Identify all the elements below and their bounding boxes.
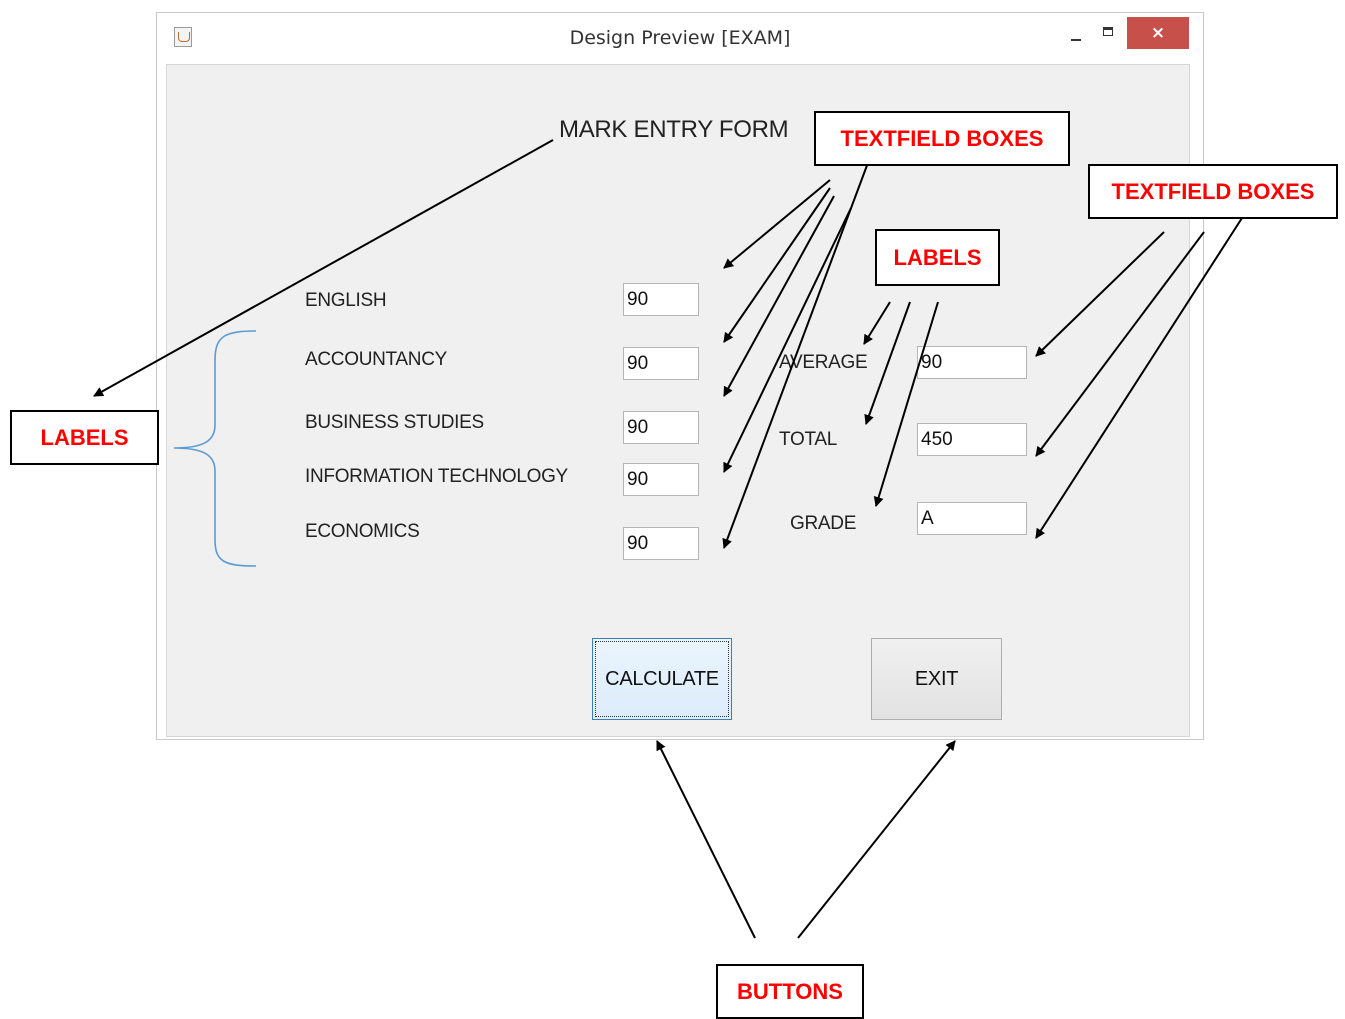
arrow-tf-it	[723, 207, 852, 473]
arrow-exit	[797, 740, 956, 939]
arrow-label-average	[863, 301, 891, 345]
arrow-tf-accountancy	[723, 187, 831, 343]
arrow-calculate	[656, 740, 756, 939]
arrow-tf-grade	[1035, 217, 1243, 539]
arrow-heading-to-labels	[93, 139, 554, 397]
annotation-textfields-top: TEXTFIELD BOXES	[814, 111, 1070, 166]
arrow-tf-total	[1035, 231, 1205, 457]
annotation-labels-right: LABELS	[875, 229, 1000, 286]
arrow-label-grade	[873, 301, 939, 507]
arrow-tf-english	[723, 179, 831, 269]
annotation-buttons: BUTTONS	[716, 964, 864, 1019]
arrow-tf-average	[1035, 231, 1165, 357]
arrow-label-total	[864, 301, 911, 425]
annotation-textfields-right: TEXTFIELD BOXES	[1088, 164, 1338, 219]
arrow-tf-economics	[722, 151, 873, 549]
annotation-arrows	[93, 139, 1243, 939]
labels-brace	[173, 330, 257, 567]
annotation-labels-left: LABELS	[10, 410, 159, 465]
